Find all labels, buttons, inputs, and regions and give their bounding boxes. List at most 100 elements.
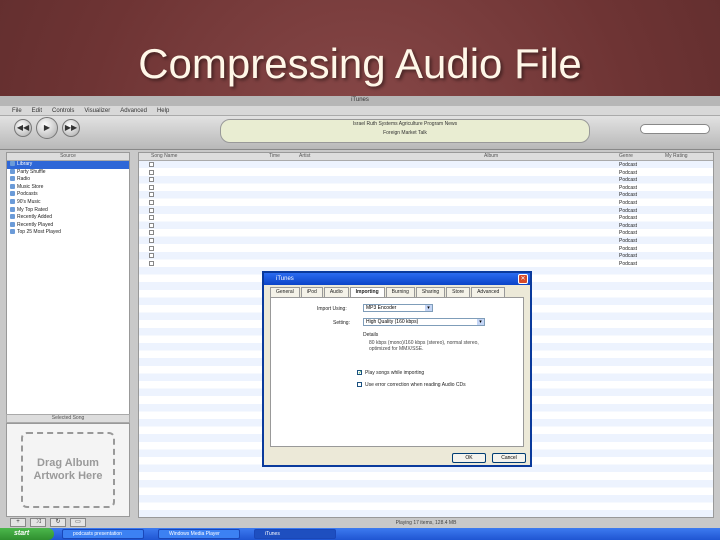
song-checkbox[interactable]: [149, 169, 154, 175]
shuffle-icon: [10, 168, 15, 174]
tab-importing[interactable]: Importing: [349, 287, 385, 297]
ok-button[interactable]: OK: [452, 453, 486, 463]
source-item-radio[interactable]: Radio: [7, 176, 129, 184]
genre-cell: Podcast: [619, 215, 638, 222]
tab-ipod[interactable]: iPod: [300, 287, 323, 297]
table-row[interactable]: Podcast: [139, 214, 713, 222]
next-track-button[interactable]: ▶▶: [62, 119, 80, 137]
play-button[interactable]: ▶: [36, 117, 58, 139]
now-playing-line2: Foreign Market Talk: [383, 130, 427, 136]
tab-general[interactable]: General: [270, 287, 300, 297]
table-row[interactable]: Podcast: [139, 252, 713, 260]
play-while-importing-checkbox[interactable]: ✓: [357, 370, 362, 376]
error-correction-checkbox[interactable]: [357, 382, 362, 387]
song-checkbox[interactable]: [149, 207, 154, 213]
menu-file[interactable]: File: [12, 106, 22, 115]
column-artist[interactable]: Artist: [299, 153, 310, 159]
start-button[interactable]: start: [0, 528, 54, 540]
column-song-name[interactable]: Song Name: [151, 153, 177, 159]
task-itunes[interactable]: iTunes: [254, 529, 336, 539]
song-checkbox[interactable]: [149, 222, 154, 228]
cancel-button[interactable]: Cancel: [492, 453, 526, 463]
column-my-rating[interactable]: My Rating: [665, 153, 688, 159]
song-rows: Podcast Podcast Podcast Podcast Podcast Podca…: [139, 161, 713, 267]
slide-title: Compressing Audio File: [138, 40, 582, 87]
song-checkbox[interactable]: [149, 184, 154, 190]
menu-edit[interactable]: Edit: [32, 106, 42, 115]
table-row[interactable]: Podcast: [139, 222, 713, 230]
preferences-dialog: iTunes ✕ General iPod Audio Importing Bu…: [262, 271, 532, 467]
repeat-button[interactable]: ↻: [50, 518, 66, 527]
menu-advanced[interactable]: Advanced: [120, 106, 147, 115]
song-checkbox[interactable]: [149, 245, 154, 251]
song-checkbox[interactable]: [149, 230, 154, 236]
chevron-down-icon: ▾: [477, 319, 484, 325]
source-item-top-rated[interactable]: My Top Rated: [7, 206, 129, 215]
table-row[interactable]: Podcast: [139, 191, 713, 199]
column-album[interactable]: Album: [484, 153, 498, 159]
add-playlist-button[interactable]: +: [10, 518, 26, 527]
genre-cell: Podcast: [619, 230, 638, 237]
taskbar: start podcasts presentation Windows Medi…: [0, 528, 720, 540]
tab-audio[interactable]: Audio: [323, 287, 349, 297]
play-while-importing-label: Play songs while importing: [365, 370, 425, 376]
search-input[interactable]: [640, 124, 710, 134]
artwork-drop-zone[interactable]: Drag Album Artwork Here: [21, 432, 115, 508]
artwork-header: Selected Song: [6, 414, 130, 423]
source-item-90s-music[interactable]: 90's Music: [7, 198, 129, 207]
source-item-library[interactable]: Library: [7, 161, 129, 169]
dialog-title: iTunes: [276, 276, 294, 282]
source-list: Source Library Party Shuffle Radio Music…: [6, 152, 130, 430]
table-row[interactable]: Podcast: [139, 207, 713, 215]
source-item-music-store[interactable]: Music Store: [7, 183, 129, 192]
now-playing-line1: Israel Ruth Systems Agriculture Program …: [352, 121, 458, 127]
previous-track-button[interactable]: ◀◀: [14, 119, 32, 137]
table-row[interactable]: Podcast: [139, 169, 713, 177]
table-row[interactable]: Podcast: [139, 184, 713, 192]
genre-cell: Podcast: [619, 222, 638, 229]
song-checkbox[interactable]: [149, 199, 154, 205]
radio-icon: [10, 176, 15, 182]
column-time[interactable]: Time: [269, 153, 280, 159]
source-item-podcasts[interactable]: Podcasts: [7, 191, 129, 199]
table-row[interactable]: Podcast: [139, 176, 713, 184]
details-label: Details: [363, 332, 379, 338]
artwork-toggle-button[interactable]: ▭: [70, 518, 86, 527]
table-row[interactable]: Podcast: [139, 260, 713, 268]
song-checkbox[interactable]: [149, 162, 154, 167]
source-item-recently-added[interactable]: Recently Added: [7, 214, 129, 222]
podcast-icon: [10, 191, 15, 197]
table-row[interactable]: Podcast: [139, 161, 713, 169]
song-checkbox[interactable]: [149, 215, 154, 221]
song-checkbox[interactable]: [149, 237, 154, 243]
menu-controls[interactable]: Controls: [52, 106, 74, 115]
column-genre[interactable]: Genre: [619, 153, 633, 159]
tab-advanced[interactable]: Advanced: [471, 287, 506, 297]
source-item-top-25[interactable]: Top 25 Most Played: [7, 229, 129, 237]
close-icon[interactable]: ✕: [518, 274, 528, 284]
shuffle-button[interactable]: ⤨: [30, 518, 46, 527]
source-item-recently-played[interactable]: Recently Played: [7, 221, 129, 230]
chevron-down-icon: ▾: [425, 305, 432, 311]
table-row[interactable]: Podcast: [139, 237, 713, 245]
song-checkbox[interactable]: [149, 192, 154, 198]
menu-help[interactable]: Help: [157, 106, 169, 115]
table-row[interactable]: Podcast: [139, 199, 713, 207]
window-title-bar: iTunes: [0, 96, 720, 106]
genre-cell: Podcast: [619, 169, 638, 176]
tab-sharing[interactable]: Sharing: [415, 287, 446, 297]
import-using-select[interactable]: MP3 Encoder ▾: [363, 304, 433, 312]
table-row[interactable]: Podcast: [139, 229, 713, 237]
setting-select[interactable]: High Quality (160 kbps) ▾: [363, 318, 485, 326]
tab-store[interactable]: Store: [446, 287, 471, 297]
playlist-icon: [10, 198, 15, 204]
task-media-player[interactable]: Windows Media Player: [158, 529, 240, 539]
source-item-party-shuffle[interactable]: Party Shuffle: [7, 168, 129, 177]
task-powerpoint[interactable]: podcasts presentation: [62, 529, 144, 539]
song-checkbox[interactable]: [149, 253, 154, 259]
table-row[interactable]: Podcast: [139, 245, 713, 253]
tab-burning[interactable]: Burning: [385, 287, 415, 297]
song-checkbox[interactable]: [149, 260, 154, 266]
menu-visualizer[interactable]: Visualizer: [84, 106, 110, 115]
song-checkbox[interactable]: [149, 177, 154, 183]
